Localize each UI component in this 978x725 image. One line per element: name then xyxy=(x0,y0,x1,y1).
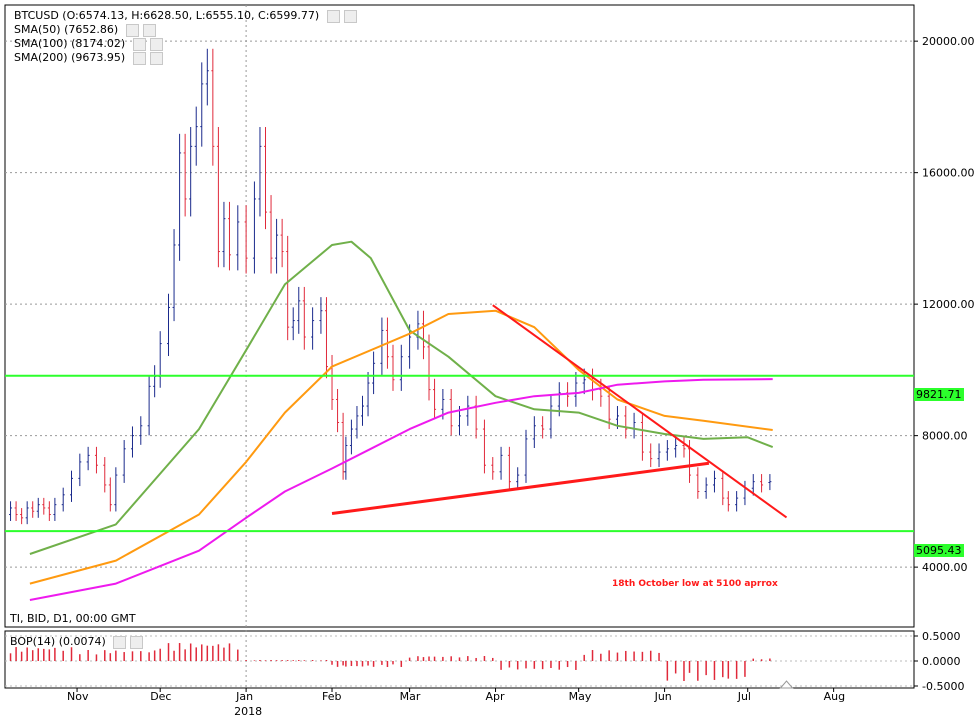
sma100-label: SMA(100) (8174.02) xyxy=(14,37,163,51)
chart-footer-info: TI, BID, D1, 00:00 GMT xyxy=(10,612,136,625)
x-tick-label: Jun xyxy=(654,690,672,703)
level-tag-lower: 5095.43 xyxy=(914,544,964,557)
x-tick-label: Nov xyxy=(67,690,89,703)
close-icon[interactable] xyxy=(149,51,163,65)
x-tick-label: May xyxy=(569,690,592,703)
y-tick-label: 4000.00 xyxy=(922,561,968,574)
horizontal-levels xyxy=(5,374,914,533)
bop-tick-label: 0.0000 xyxy=(922,655,961,668)
x-tick-label: Apr xyxy=(486,690,506,703)
sma100-text: SMA(100) (8174.02) xyxy=(14,37,126,50)
close-icon[interactable] xyxy=(343,9,357,23)
x-year-label: 2018 xyxy=(234,705,262,718)
settings-icon[interactable] xyxy=(113,635,127,649)
y-tick-label: 20000.00 xyxy=(922,35,975,48)
settings-icon[interactable] xyxy=(132,51,146,65)
x-tick-label: Mar xyxy=(400,690,421,703)
symbol-ohlc: BTCUSD (O:6574.13, H:6628.50, L:6555.10,… xyxy=(14,9,357,23)
moving-averages xyxy=(29,240,774,601)
x-tick-label: Aug xyxy=(824,690,845,703)
sma200-label: SMA(200) (9673.95) xyxy=(14,51,163,65)
settings-icon[interactable] xyxy=(326,9,340,23)
settings-icon[interactable] xyxy=(125,23,139,37)
trendline-lower xyxy=(331,461,710,516)
bop-text: BOP(14) (0.0074) xyxy=(10,635,106,648)
annotation-text: 18th October low at 5100 aprrox xyxy=(612,579,778,589)
candles xyxy=(9,48,772,525)
level-tag-upper: 9821.71 xyxy=(914,388,964,401)
sma50-label: SMA(50) (7652.86) xyxy=(14,23,156,37)
y-tick-label: 8000.00 xyxy=(922,430,968,443)
bop-tick-label: 0.5000 xyxy=(922,630,961,643)
chart-window[interactable]: 20000.00 16000.00 12000.00 8000.00 4000.00 No… xyxy=(0,0,978,725)
period-marker-icon xyxy=(779,680,794,689)
sma50-line xyxy=(29,240,774,555)
settings-icon[interactable] xyxy=(132,37,146,51)
close-icon[interactable] xyxy=(130,635,144,649)
close-icon[interactable] xyxy=(149,37,163,51)
main-pane-frame xyxy=(4,4,915,628)
y-tick-label: 12000.00 xyxy=(922,298,975,311)
x-tick-label: Feb xyxy=(322,690,341,703)
sma200-text: SMA(200) (9673.95) xyxy=(14,51,126,64)
x-tick-label: Jan xyxy=(235,690,253,703)
bop-tick-label: -0.5000 xyxy=(922,680,964,693)
x-tick-label: Dec xyxy=(150,690,171,703)
ohlc-text: BTCUSD (O:6574.13, H:6628.50, L:6555.10,… xyxy=(14,9,320,22)
sma50-text: SMA(50) (7652.86) xyxy=(14,23,119,36)
bop-label: BOP(14) (0.0074) xyxy=(10,635,144,649)
y-tick-label: 16000.00 xyxy=(922,167,975,180)
close-icon[interactable] xyxy=(142,23,156,37)
price-chart[interactable]: 20000.00 16000.00 12000.00 8000.00 4000.00 No… xyxy=(0,0,978,725)
x-tick-label: Jul xyxy=(737,690,751,703)
